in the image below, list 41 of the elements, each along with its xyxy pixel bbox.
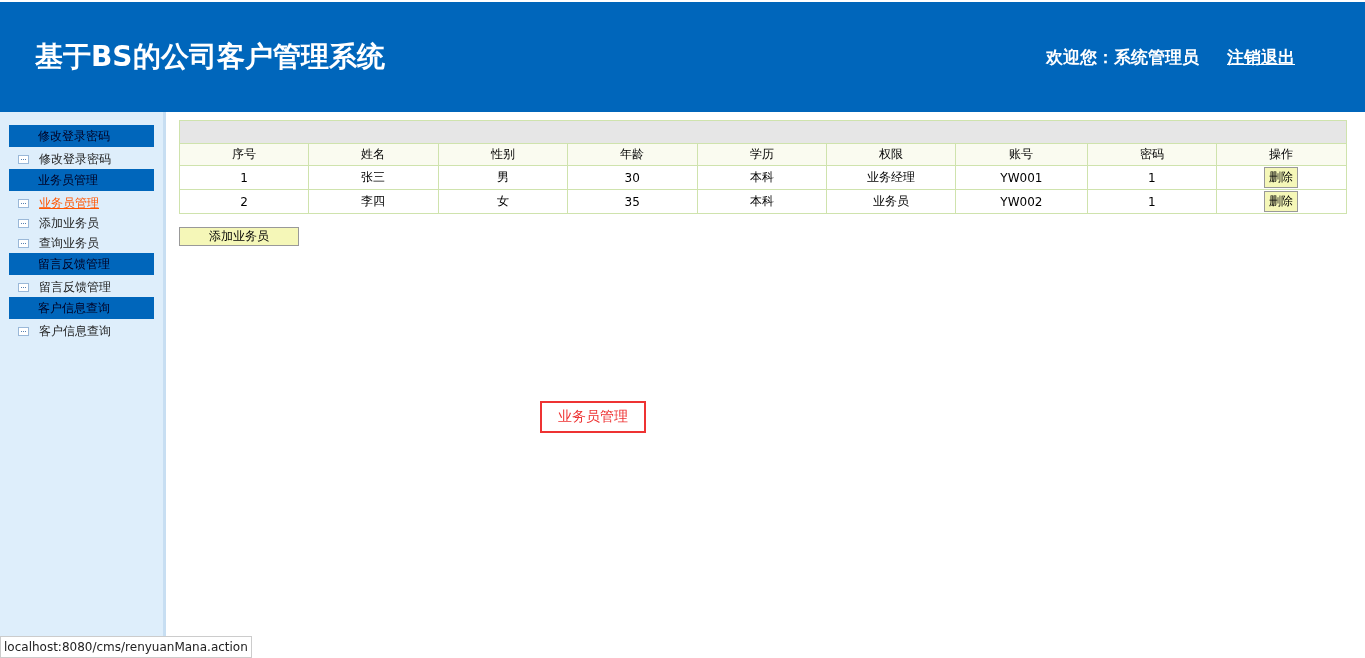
table-cell: 李四 xyxy=(308,189,439,214)
column-header: 操作 xyxy=(1216,143,1347,166)
dotted-square-icon xyxy=(18,326,29,336)
table-cell: 本科 xyxy=(697,165,827,190)
table-cell: YW002 xyxy=(955,189,1088,214)
table-cell: 张三 xyxy=(308,165,439,190)
page-label: 业务员管理 xyxy=(540,401,646,433)
table-cell: YW001 xyxy=(955,165,1088,190)
logout-link[interactable]: 注销退出 xyxy=(1227,45,1295,69)
app-title: 基于BS的公司客户管理系统 xyxy=(35,39,385,75)
dotted-square-icon xyxy=(18,154,29,164)
sidebar-group-header: 留言反馈管理 xyxy=(9,253,154,275)
table-cell: 1 xyxy=(1087,189,1217,214)
sidebar-link[interactable]: 留言反馈管理 xyxy=(39,278,111,296)
delete-button[interactable]: 删除 xyxy=(1264,167,1299,188)
table-cell: 女 xyxy=(438,189,568,214)
dotted-square-icon xyxy=(18,238,29,248)
status-url: localhost:8080/cms/renyuanMana.action xyxy=(0,636,252,658)
table-cell: 1 xyxy=(179,165,309,190)
dotted-square-icon xyxy=(18,218,29,228)
dotted-square-icon xyxy=(18,198,29,208)
table-cell: 业务经理 xyxy=(826,165,956,190)
sidebar-link[interactable]: 客户信息查询 xyxy=(39,322,111,340)
sidebar-link[interactable]: 修改登录密码 xyxy=(39,150,111,168)
sidebar-link[interactable]: 查询业务员 xyxy=(39,234,99,252)
table-cell: 30 xyxy=(567,165,698,190)
dotted-square-icon xyxy=(18,282,29,292)
add-salesman-button[interactable]: 添加业务员 xyxy=(179,227,299,246)
sidebar-group-header: 业务员管理 xyxy=(9,169,154,191)
table-cell: 35 xyxy=(567,189,698,214)
table-cell: 本科 xyxy=(697,189,827,214)
table-cell: 2 xyxy=(179,189,309,214)
welcome-text: 欢迎您：系统管理员 xyxy=(1046,45,1199,69)
table-cell: 男 xyxy=(438,165,568,190)
sidebar-group-header: 修改登录密码 xyxy=(9,125,154,147)
sidebar-group-header: 客户信息查询 xyxy=(9,297,154,319)
delete-button[interactable]: 删除 xyxy=(1264,191,1299,212)
sidebar-link[interactable]: 添加业务员 xyxy=(39,214,99,232)
column-header: 序号 xyxy=(179,143,309,166)
table-cell: 1 xyxy=(1087,165,1217,190)
table-cell: 业务员 xyxy=(826,189,956,214)
